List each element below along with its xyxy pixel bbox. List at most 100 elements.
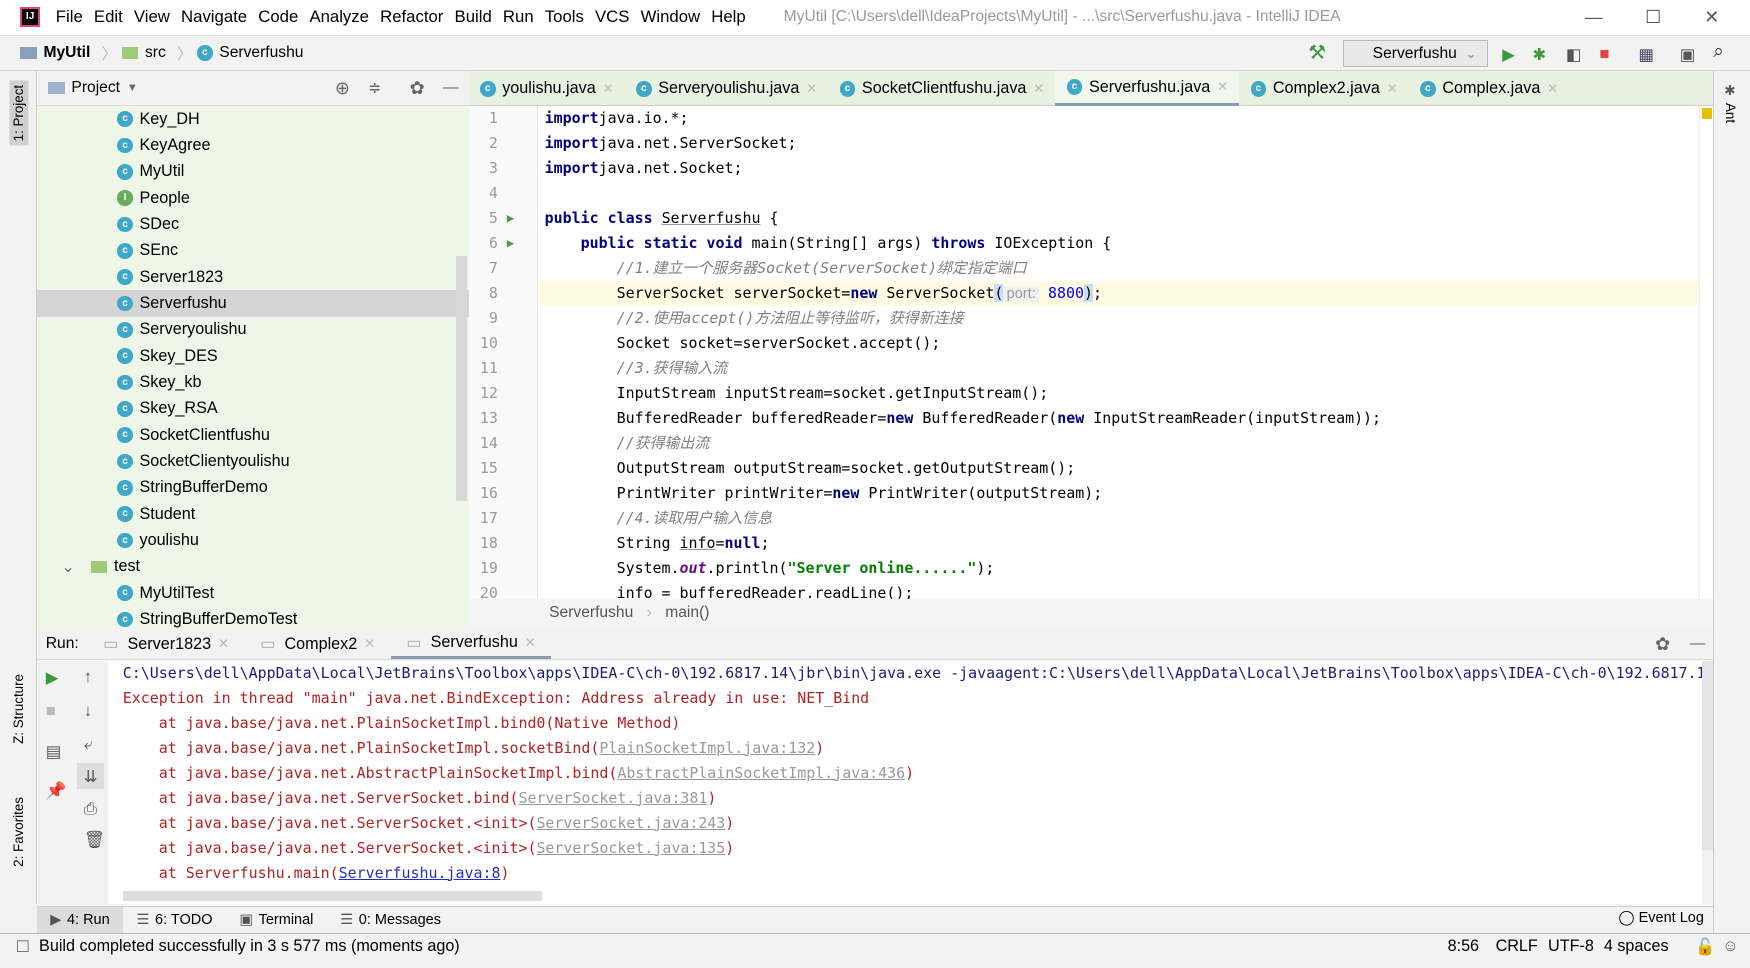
hide-icon[interactable]: — — [443, 79, 459, 97]
tree-item[interactable]: c SEnc — [37, 238, 469, 264]
close-button[interactable]: ✕ — [1704, 7, 1719, 28]
rerun-icon[interactable]: ▶ — [46, 667, 59, 688]
pin-icon[interactable]: 📌 — [46, 781, 67, 801]
tool-tab-project[interactable]: 1: Project — [8, 80, 29, 146]
menu-analyze[interactable]: Analyze — [309, 7, 369, 27]
tree-item[interactable]: ⌄ test — [37, 554, 469, 580]
tree-item[interactable]: c KeyAgree — [37, 132, 469, 158]
warning-marker[interactable] — [1701, 108, 1712, 120]
close-tab-icon[interactable]: ✕ — [1547, 81, 1558, 97]
tree-item[interactable]: c Serveryoulishu — [37, 317, 469, 343]
tree-item[interactable]: c Key_DH — [37, 106, 469, 132]
tool-tab-favorites[interactable]: 2: Favorites — [11, 797, 26, 867]
menu-code[interactable]: Code — [258, 7, 298, 27]
run-config-dropdown[interactable]: Serverfushu ⌄ — [1342, 40, 1488, 67]
status-toggle-icon[interactable]: ☐ — [16, 937, 31, 957]
stacktrace-link[interactable]: ServerSocket.java:381 — [518, 789, 707, 807]
search-icon[interactable]: ⌕ — [1713, 41, 1724, 63]
trash-icon[interactable]: 🗑 — [84, 830, 105, 850]
print-icon[interactable]: ⎙ — [84, 799, 97, 819]
gear-icon[interactable]: ✿ — [410, 78, 425, 99]
tree-item[interactable]: c StringBufferDemoTest — [37, 606, 469, 629]
editor-tab[interactable]: c Serveryoulishu.java ✕ — [625, 71, 829, 106]
menu-window[interactable]: Window — [641, 7, 701, 27]
editor-scrollbar[interactable] — [1698, 106, 1714, 600]
stacktrace-link[interactable]: AbstractPlainSocketImpl.java:436 — [617, 764, 905, 782]
menu-edit[interactable]: Edit — [94, 7, 123, 27]
event-log-button[interactable]: ◯ Event Log — [1618, 910, 1704, 926]
indent-setting[interactable]: 4 spaces — [1604, 937, 1669, 956]
stacktrace-link[interactable]: Serverfushu.java:8 — [339, 864, 501, 882]
bottom-tab[interactable]: ☰ 6: TODO — [123, 907, 226, 934]
tree-item[interactable]: c Student — [37, 501, 469, 527]
scroll-to-end-icon[interactable]: ⇊ — [77, 763, 105, 789]
project-scrollbar[interactable] — [456, 255, 467, 502]
menu-vcs[interactable]: VCS — [595, 7, 629, 27]
console-v-scrollbar[interactable] — [1702, 660, 1714, 851]
close-tab-icon[interactable]: ✕ — [806, 81, 817, 97]
menu-view[interactable]: View — [134, 7, 170, 27]
coverage-icon[interactable]: ◧ — [1566, 44, 1582, 65]
debug-icon[interactable]: ✱ — [1532, 44, 1546, 65]
crumb-class[interactable]: Serverfushu — [549, 604, 633, 622]
arrow-up-icon[interactable]: ↑ — [84, 667, 92, 687]
tool-tab-ant[interactable]: Ant — [1723, 103, 1738, 123]
close-tab-icon[interactable]: ✕ — [525, 635, 536, 651]
stop-icon[interactable]: ■ — [46, 701, 56, 721]
chevron-down-icon[interactable]: ⌄ — [61, 557, 75, 577]
menu-navigate[interactable]: Navigate — [181, 7, 247, 27]
tool-tab-structure[interactable]: Z: Structure — [11, 674, 26, 744]
minimize-button[interactable]: — — [1585, 7, 1603, 28]
locate-icon[interactable]: ⊕ — [335, 78, 350, 99]
run-gutter-icon[interactable]: ▶ — [507, 206, 514, 231]
maximize-button[interactable]: ☐ — [1645, 7, 1661, 28]
bottom-tab[interactable]: ☰ 0: Messages — [327, 907, 455, 934]
project-view-selector[interactable]: Project — [71, 79, 120, 97]
tree-item[interactable]: I People — [37, 185, 469, 211]
tree-item[interactable]: c Skey_RSA — [37, 396, 469, 422]
tree-item[interactable]: c SocketClientyoulishu — [37, 448, 469, 474]
line-separator[interactable]: CRLF — [1496, 937, 1538, 956]
close-tab-icon[interactable]: ✕ — [364, 636, 375, 652]
stacktrace-link[interactable]: PlainSocketImpl.java:132 — [599, 739, 815, 757]
caret-position[interactable]: 8:56 — [1448, 937, 1479, 956]
run-tab[interactable]: ▭ Server1823 ✕ — [88, 629, 245, 659]
run-tab[interactable]: ▭ Complex2 ✕ — [245, 629, 391, 659]
soft-wrap-icon[interactable]: ⤶ — [84, 734, 93, 754]
editor-tab[interactable]: c Complex.java ✕ — [1409, 71, 1570, 106]
collapse-all-icon[interactable]: ≑ — [368, 79, 381, 98]
close-tab-icon[interactable]: ✕ — [1217, 79, 1228, 95]
tree-item[interactable]: c MyUtil — [37, 159, 469, 185]
bottom-tab[interactable]: ▶ 4: Run — [36, 906, 124, 934]
editor-tab[interactable]: c Complex2.java ✕ — [1239, 71, 1409, 106]
menu-build[interactable]: Build — [455, 7, 492, 27]
inspector-icon[interactable]: ☺ — [1722, 937, 1739, 956]
run-tab[interactable]: ▭ Serverfushu ✕ — [390, 629, 552, 660]
run-icon[interactable]: ▶ — [1502, 44, 1515, 65]
menu-file[interactable]: File — [56, 7, 83, 27]
stop-icon[interactable]: ■ — [1599, 44, 1609, 64]
breadcrumb-src[interactable]: src — [121, 44, 166, 62]
tree-item[interactable]: c MyUtilTest — [37, 580, 469, 606]
tree-item[interactable]: c Skey_kb — [37, 369, 469, 395]
console-output[interactable]: C:\Users\dell\AppData\Local\JetBrains\To… — [108, 660, 1703, 905]
arrow-down-icon[interactable]: ↓ — [84, 701, 92, 721]
editor-tab[interactable]: c Serverfushu.java ✕ — [1055, 71, 1240, 107]
close-tab-icon[interactable]: ✕ — [218, 636, 229, 652]
code-editor[interactable]: importjava.io.*; importjava.net.ServerSoc… — [537, 106, 1699, 600]
tree-item[interactable]: c SocketClientfushu — [37, 422, 469, 448]
editor-tab[interactable]: c youlishu.java ✕ — [469, 71, 625, 106]
close-tab-icon[interactable]: ✕ — [1387, 81, 1398, 97]
menu-tools[interactable]: Tools — [545, 7, 584, 27]
project-structure-icon[interactable]: ▦ — [1638, 44, 1654, 65]
console-h-scrollbar[interactable] — [122, 890, 543, 901]
breadcrumb-file[interactable]: c Serverfushu — [196, 44, 303, 62]
stacktrace-link[interactable]: ServerSocket.java:243 — [536, 814, 725, 832]
tree-item[interactable]: c Skey_DES — [37, 343, 469, 369]
close-tab-icon[interactable]: ✕ — [602, 81, 613, 97]
gear-icon[interactable]: ✿ — [1655, 634, 1670, 655]
menu-refactor[interactable]: Refactor — [380, 7, 443, 27]
tree-item[interactable]: c Serverfushu — [36, 290, 469, 317]
tree-item[interactable]: c Server1823 — [37, 264, 469, 290]
file-encoding[interactable]: UTF-8 — [1548, 937, 1594, 956]
